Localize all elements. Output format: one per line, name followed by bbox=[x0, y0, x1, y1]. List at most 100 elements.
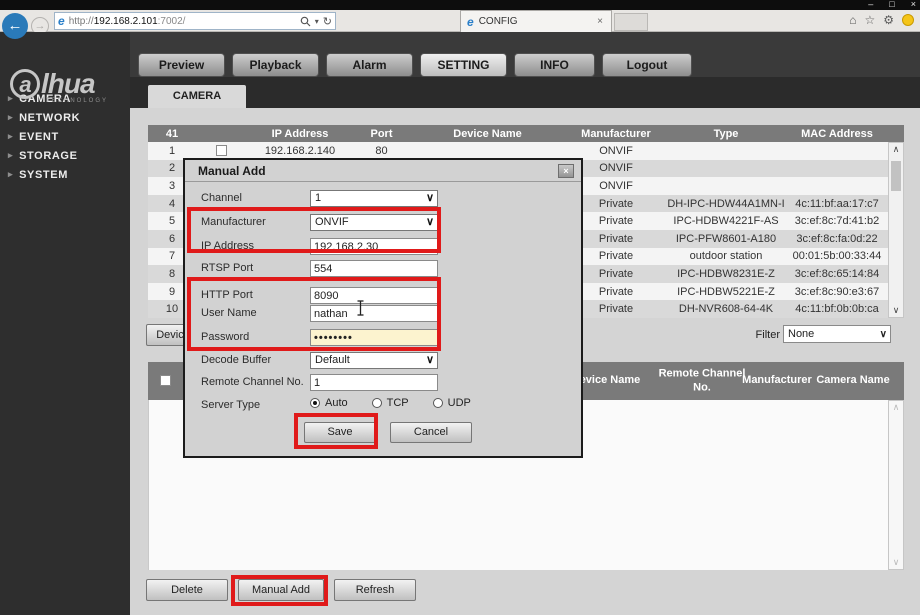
radio-tcp[interactable]: TCP bbox=[372, 397, 409, 409]
nav-preview-button[interactable]: Preview bbox=[138, 53, 225, 77]
logo-tagline: TECHNOLOGY bbox=[46, 98, 108, 104]
nav-setting-button[interactable]: SETTING bbox=[420, 53, 507, 77]
select-all-checkbox[interactable] bbox=[160, 375, 171, 386]
nav-alarm-button[interactable]: Alarm bbox=[326, 53, 413, 77]
scroll-up-icon[interactable]: ∧ bbox=[889, 402, 903, 413]
cell: 3c:ef:8c:7d:41:b2 bbox=[786, 215, 888, 227]
password-input[interactable] bbox=[310, 329, 438, 346]
delete-button[interactable]: Delete bbox=[146, 579, 228, 601]
http-port-input[interactable] bbox=[310, 287, 438, 304]
cell: IPC-HDBW8231E-Z bbox=[666, 268, 786, 280]
window-minimize-button[interactable]: – bbox=[868, 0, 873, 10]
home-icon[interactable]: ⌂ bbox=[849, 13, 856, 27]
tab-favicon: e bbox=[467, 15, 474, 29]
added-table-scrollbar[interactable]: ∧ ∨ bbox=[888, 400, 904, 570]
manual-add-button[interactable]: Manual Add bbox=[238, 579, 324, 601]
window-titlebar: – □ × bbox=[0, 0, 920, 10]
channel-value: 1 bbox=[315, 192, 321, 204]
device-table-header: 41 IP Address Port Device Name Manufactu… bbox=[148, 125, 904, 142]
password-label: Password bbox=[201, 331, 249, 343]
window-maximize-button[interactable]: □ bbox=[889, 0, 894, 10]
cell: IPC-PFW8601-A180 bbox=[666, 233, 786, 245]
nav-logout-button[interactable]: Logout bbox=[602, 53, 692, 77]
table-row[interactable]: 1192.168.2.14080ONVIF bbox=[148, 142, 888, 160]
scrollbar-thumb[interactable] bbox=[891, 161, 901, 191]
cell: 3c:ef:8c:fa:0d:22 bbox=[786, 233, 888, 245]
close-icon: × bbox=[563, 166, 568, 176]
rtsp-port-input[interactable] bbox=[310, 260, 438, 277]
bottom-actions: Delete Manual Add Refresh bbox=[146, 579, 416, 601]
logo-text: lhua bbox=[41, 68, 95, 100]
server-type-label: Server Type bbox=[201, 399, 260, 411]
screen: – □ × ← → e http:// 192.168.2.101 :7002/… bbox=[0, 0, 920, 615]
scroll-down-icon[interactable]: ∨ bbox=[889, 557, 903, 568]
decode-buffer-select[interactable]: Default ∨ bbox=[310, 352, 438, 369]
cell: DH-NVR608-64-4K bbox=[666, 303, 786, 315]
column-port: Port bbox=[354, 128, 409, 140]
chevron-down-icon: ∨ bbox=[426, 215, 434, 230]
radio-auto[interactable]: Auto bbox=[310, 397, 348, 409]
device-table-scrollbar[interactable]: ∧ ∨ bbox=[888, 142, 904, 318]
ip-address-input[interactable] bbox=[310, 238, 438, 255]
manufacturer-label: Manufacturer bbox=[201, 216, 266, 228]
save-button[interactable]: Save bbox=[304, 422, 376, 443]
sidebar-item-system[interactable]: ▸SYSTEM bbox=[0, 165, 130, 184]
nav-info-button[interactable]: INFO bbox=[514, 53, 595, 77]
address-bar[interactable]: e http:// 192.168.2.101 :7002/ ▾ ↻ bbox=[54, 12, 336, 30]
cell: 192.168.2.140 bbox=[246, 145, 354, 157]
column-mac: MAC Address bbox=[786, 128, 888, 140]
radio-dot-icon bbox=[310, 398, 320, 408]
ie-page-icon: e bbox=[58, 14, 65, 28]
user-name-input[interactable] bbox=[310, 305, 438, 322]
cell: 3c:ef:8c:90:e3:67 bbox=[786, 286, 888, 298]
window-close-button[interactable]: × bbox=[911, 0, 916, 10]
arrow-right-icon: ▸ bbox=[8, 169, 13, 180]
browser-tab[interactable]: e CONFIG × bbox=[460, 10, 612, 32]
search-icon[interactable] bbox=[300, 16, 311, 27]
http-port-label: HTTP Port bbox=[201, 289, 253, 301]
search-dropdown-icon[interactable]: ▾ bbox=[315, 17, 319, 26]
cell: ONVIF bbox=[566, 145, 666, 157]
url-host: 192.168.2.101 bbox=[94, 16, 158, 27]
cell: 80 bbox=[354, 145, 409, 157]
chevron-down-icon: ∨ bbox=[426, 191, 434, 206]
user-name-label: User Name bbox=[201, 307, 257, 319]
tab-title: CONFIG bbox=[479, 16, 595, 27]
filter-select[interactable]: None ∨ bbox=[783, 325, 891, 343]
row-checkbox[interactable] bbox=[216, 145, 227, 156]
cell: 00:01:5b:00:33:44 bbox=[786, 250, 888, 262]
cancel-button[interactable]: Cancel bbox=[390, 422, 472, 443]
scroll-down-icon[interactable]: ∨ bbox=[889, 305, 903, 316]
sidebar: alhua TECHNOLOGY ▸CAMERA ▸NETWORK ▸EVENT… bbox=[0, 32, 130, 615]
radio-dot-icon bbox=[433, 398, 443, 408]
remote-channel-input[interactable] bbox=[310, 374, 438, 391]
back-button[interactable]: ← bbox=[2, 13, 28, 39]
back-icon: ← bbox=[8, 17, 23, 34]
new-tab-button[interactable] bbox=[614, 13, 648, 31]
sidebar-item-network[interactable]: ▸NETWORK bbox=[0, 108, 130, 127]
scroll-up-icon[interactable]: ∧ bbox=[889, 144, 903, 155]
radio-udp[interactable]: UDP bbox=[433, 397, 471, 409]
favorites-star-icon[interactable]: ☆ bbox=[864, 13, 875, 27]
cell: DH-IPC-HDW44A1MN-I bbox=[666, 198, 786, 210]
dahua-logo: alhua TECHNOLOGY bbox=[10, 68, 108, 104]
refresh-page-icon[interactable]: ↻ bbox=[323, 15, 332, 28]
added-column-camera-name: Camera Name bbox=[803, 374, 903, 388]
decode-buffer-value: Default bbox=[315, 354, 350, 366]
refresh-button[interactable]: Refresh bbox=[334, 579, 416, 601]
logo-ring: a bbox=[10, 69, 40, 99]
sidebar-item-event[interactable]: ▸EVENT bbox=[0, 127, 130, 146]
dialog-close-button[interactable]: × bbox=[558, 164, 574, 178]
tab-camera[interactable]: CAMERA bbox=[148, 85, 246, 108]
smiley-icon[interactable] bbox=[902, 14, 914, 26]
browser-toolbar: ← → e http:// 192.168.2.101 :7002/ ▾ ↻ e… bbox=[0, 10, 920, 32]
tab-close-icon[interactable]: × bbox=[595, 16, 605, 27]
remote-channel-label: Remote Channel No. bbox=[201, 376, 304, 388]
channel-select[interactable]: 1 ∨ bbox=[310, 190, 438, 207]
cell-checkbox bbox=[196, 145, 246, 157]
gear-icon[interactable]: ⚙ bbox=[883, 13, 894, 27]
manufacturer-select[interactable]: ONVIF ∨ bbox=[310, 214, 438, 231]
sidebar-item-storage[interactable]: ▸STORAGE bbox=[0, 146, 130, 165]
nav-playback-button[interactable]: Playback bbox=[232, 53, 319, 77]
manual-add-dialog: Manual Add × Channel 1 ∨ Manufacturer ON… bbox=[183, 158, 583, 458]
